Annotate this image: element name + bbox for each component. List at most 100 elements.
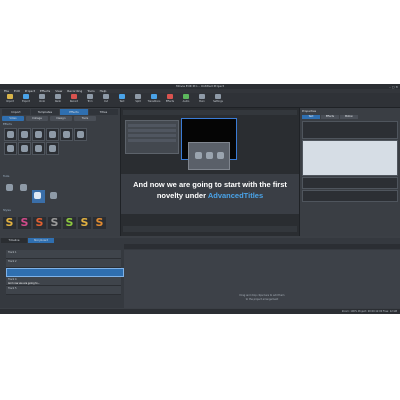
toolbar-button-label: Export — [22, 100, 30, 103]
text-input-area[interactable] — [302, 140, 398, 176]
tool-tile-selected[interactable] — [32, 190, 45, 203]
subtitle-overlay: And now we are going to start with the f… — [121, 174, 299, 214]
timeline-panel: Timeline Storyboard Track 1 Track 2 Trac… — [0, 238, 400, 308]
effect-tile[interactable] — [4, 128, 17, 141]
effect-tile[interactable] — [46, 128, 59, 141]
toolbar-button-label: Record — [69, 100, 79, 103]
properties-panel: Properties Text Effects Motion — [300, 108, 400, 236]
text-style-box[interactable] — [302, 121, 398, 139]
toolbar-button-label: Audio — [182, 100, 190, 103]
track-name: Track 2 — [8, 260, 17, 263]
effect-tile[interactable] — [18, 128, 31, 141]
toolbar-button-undo[interactable]: Undo — [35, 94, 49, 106]
toolbar-button-label: Burn — [199, 100, 205, 103]
toolbar-button-import[interactable]: Import — [3, 94, 17, 106]
style-thumbnail[interactable]: S — [3, 217, 16, 229]
section-tools-heading: Tools — [3, 175, 10, 178]
time-ruler[interactable] — [124, 244, 400, 249]
toolbar-button-effects[interactable]: Effects — [163, 94, 177, 106]
effect-tile[interactable] — [60, 128, 73, 141]
brush-icon[interactable] — [206, 152, 213, 159]
preview-toolbar — [123, 110, 297, 115]
effect-tile[interactable] — [46, 142, 59, 155]
toolbar-button-label: Transitions — [147, 100, 161, 103]
style-thumbnail[interactable]: S — [78, 217, 91, 229]
status-text: Zoom: 100% Project: 00:00:12:00 Free: 12… — [341, 310, 397, 313]
tool-icon — [20, 184, 27, 191]
tab-motion[interactable]: Motion — [340, 115, 358, 119]
color-settings[interactable] — [302, 190, 398, 202]
effect-icon — [7, 145, 14, 152]
magic-wand-icon[interactable] — [195, 152, 202, 159]
effect-icon — [49, 145, 56, 152]
tab-timeline[interactable]: Timeline — [1, 238, 27, 243]
toolbar-button-export[interactable]: Export — [19, 94, 33, 106]
editor-row[interactable] — [128, 124, 176, 127]
track-header[interactable]: Track 2 — [6, 259, 121, 268]
toolbar-button-label: Effects — [165, 100, 175, 103]
toolbar-button-record[interactable]: Record — [67, 94, 81, 106]
subtab-collage[interactable]: Collage — [26, 116, 48, 121]
effect-icon — [77, 131, 84, 138]
toolbar-button-trim[interactable]: Trim — [83, 94, 97, 106]
tab-titles[interactable]: Titles — [89, 109, 118, 115]
subtab-video[interactable]: Video — [2, 116, 24, 121]
redo-icon — [55, 94, 61, 99]
toolbar-button-cut[interactable]: Cut — [99, 94, 113, 106]
style-thumbnail[interactable]: S — [63, 217, 76, 229]
style-thumbnail[interactable]: S — [18, 217, 31, 229]
effect-icon — [21, 131, 28, 138]
effect-tile[interactable] — [74, 128, 87, 141]
track-header[interactable]: Track 1 — [6, 250, 121, 259]
subtitle-line-2-text: novelty under — [156, 191, 208, 200]
tab-text[interactable]: Text — [302, 115, 320, 119]
editor-row[interactable] — [128, 134, 176, 137]
subtab-tools[interactable]: Tools — [74, 116, 96, 121]
main-toolbar: Import Export Undo Redo Record Trim Cut Text Spl… — [0, 93, 400, 108]
effect-icon — [21, 145, 28, 152]
effect-tile[interactable] — [4, 142, 17, 155]
toolbar-button-transitions[interactable]: Transitions — [147, 94, 161, 106]
preview-monitor: And now we are going to start with the f… — [121, 108, 300, 236]
tab-storyboard[interactable]: Storyboard — [28, 238, 54, 243]
effect-icon — [7, 131, 14, 138]
properties-heading: Properties — [302, 109, 317, 113]
editor-row[interactable] — [128, 139, 176, 142]
toolbar-button-label: Text — [119, 100, 125, 103]
tab-templates[interactable]: Templates — [31, 109, 59, 115]
settings-icon — [215, 94, 221, 99]
toolbar-button-text[interactable]: Text — [115, 94, 129, 106]
media-pool-subtabs: Video Collage Design Tools — [2, 116, 118, 121]
split-icon — [135, 94, 141, 99]
effects-icon — [167, 94, 173, 99]
transport-controls[interactable] — [123, 226, 297, 232]
tab-import[interactable]: Import — [2, 109, 30, 115]
style-thumbnail[interactable]: S — [33, 217, 46, 229]
style-thumbnail[interactable]: S — [93, 217, 106, 229]
toolbar-button-label: Cut — [103, 100, 109, 103]
toolbar-button-burn[interactable]: Burn — [195, 94, 209, 106]
toolbar-button-label: Split — [135, 100, 141, 103]
app-window: Movie Edit Pro – Untitled Project – ▢ ✕ … — [0, 84, 400, 314]
record-icon — [71, 94, 77, 99]
title-editor-window — [125, 120, 179, 154]
track-header[interactable]: Track 5 — [6, 286, 121, 295]
tab-effects[interactable]: Effects — [60, 109, 88, 115]
effect-tile[interactable] — [32, 142, 45, 155]
toolbar-button-audio[interactable]: Audio — [179, 94, 193, 106]
toolbar-button-label: Import — [6, 100, 14, 103]
effect-icon — [49, 131, 56, 138]
effect-tile[interactable] — [32, 128, 45, 141]
title-clip[interactable]: And now we are going to... — [6, 268, 124, 285]
font-settings[interactable] — [302, 177, 398, 189]
toolbar-button-settings[interactable]: Settings — [211, 94, 225, 106]
toolbar-button-split[interactable]: Split — [131, 94, 145, 106]
pen-icon[interactable] — [217, 152, 224, 159]
editor-row[interactable] — [128, 129, 176, 132]
tab-effects-props[interactable]: Effects — [321, 115, 339, 119]
toolbar-button-redo[interactable]: Redo — [51, 94, 65, 106]
style-thumbnail[interactable]: S — [48, 217, 61, 229]
subtab-design[interactable]: Design — [50, 116, 72, 121]
effect-tile[interactable] — [18, 142, 31, 155]
track-name: Track 5 — [8, 287, 17, 290]
